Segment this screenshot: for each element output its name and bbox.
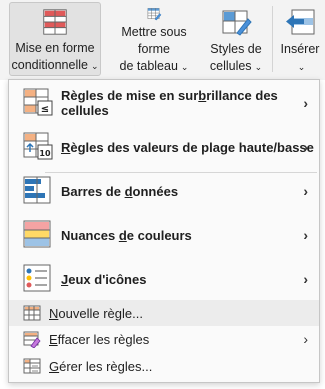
conditional-formatting-button[interactable]: Mise en forme conditionnelle ⌄ — [9, 2, 101, 76]
new-rule-icon — [23, 305, 41, 321]
color-scales-item[interactable]: Nuances de couleurs › — [9, 214, 319, 256]
cell-styles-button[interactable]: Styles de cellules ⌄ — [207, 2, 265, 76]
manage-rules-label: G — [49, 358, 60, 374]
conditional-formatting-menu: ≤ Règles de mise en surbrillance des cel… — [8, 79, 320, 383]
chevron-right-icon: › — [303, 95, 308, 111]
color-scales-icon — [23, 220, 51, 248]
format-as-table-icon — [147, 8, 162, 21]
chevron-right-icon: › — [303, 139, 308, 155]
clear-rules-item[interactable]: Effacer les règles › — [9, 327, 319, 351]
insert-label: Insérer — [280, 42, 320, 56]
new-rule-item[interactable]: Nouvelle règle... — [9, 300, 319, 326]
cell-styles-label-1: Styles de — [210, 42, 262, 56]
insert-cells-icon — [286, 9, 315, 35]
chevron-down-icon: ⌄ — [254, 62, 263, 72]
chevron-right-icon: › — [303, 183, 308, 199]
ribbon: Mise en forme conditionnelle ⌄ Mettre sou… — [0, 0, 325, 80]
chevron-down-icon: ⌄ — [90, 61, 99, 71]
svg-text:10: 10 — [39, 149, 51, 158]
conditional-formatting-label-2: conditionnelle — [11, 58, 88, 72]
conditional-formatting-label-1: Mise en forme — [15, 41, 95, 55]
insert-button[interactable]: Insérer ⌄ — [278, 2, 322, 76]
chevron-down-icon: ⌄ — [180, 62, 189, 72]
conditional-formatting-icon — [43, 9, 67, 35]
top-bottom-rules-icon: 10 — [23, 132, 53, 160]
icon-sets-item[interactable]: Jeux d'icônes › — [9, 258, 319, 300]
icon-sets-icon — [23, 264, 51, 292]
format-as-table-label-1: Mettre sous forme — [121, 25, 187, 56]
color-scales-label: Nuances — [61, 227, 119, 243]
clear-rules-icon — [23, 331, 41, 348]
svg-text:≤: ≤ — [41, 104, 49, 115]
data-bars-icon — [23, 176, 51, 204]
highlight-cells-rules-icon: ≤ — [23, 88, 53, 116]
top-bottom-rules-item[interactable]: 10 Règles des valeurs de plage haute/bas… — [9, 126, 319, 168]
data-bars-item[interactable]: Barres de données › — [9, 170, 319, 212]
chevron-down-icon: ⌄ — [297, 62, 306, 72]
format-as-table-button[interactable]: Mettre sous forme de tableau ⌄ — [104, 2, 204, 76]
cell-styles-icon — [222, 10, 252, 36]
chevron-right-icon: › — [303, 227, 308, 243]
highlight-cells-rules-item[interactable]: ≤ Règles de mise en surbrillance des cel… — [9, 82, 319, 124]
new-rule-label: N — [49, 305, 59, 321]
manage-rules-item[interactable]: Gérer les règles... — [9, 354, 319, 378]
cell-styles-label-2: cellules — [209, 59, 252, 73]
data-bars-label: Barres de — [61, 183, 125, 199]
chevron-right-icon: › — [303, 271, 308, 287]
clear-rules-label: E — [49, 331, 58, 347]
manage-rules-icon — [23, 358, 41, 374]
ribbon-divider — [272, 6, 273, 72]
top-bottom-rules-label: R — [61, 139, 71, 155]
chevron-right-icon: › — [303, 331, 308, 347]
highlight-cells-rules-label: Règles de mise en sur — [61, 88, 199, 103]
format-as-table-label-2: de tableau — [119, 59, 178, 73]
